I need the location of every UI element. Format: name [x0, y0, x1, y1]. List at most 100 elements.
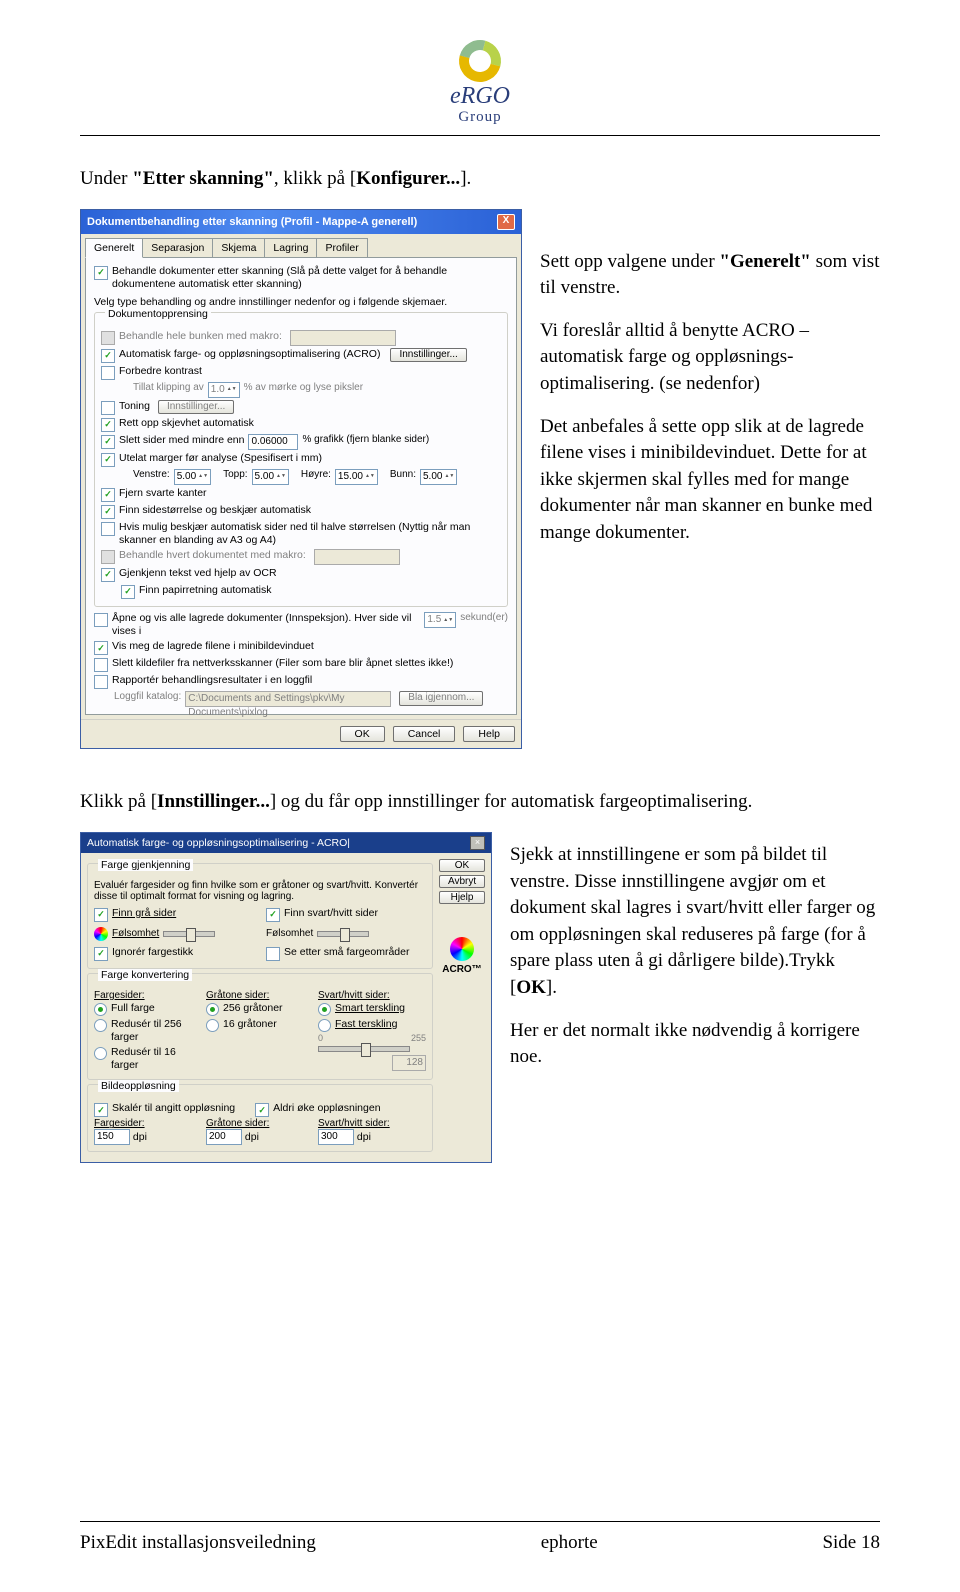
value: 1.5	[427, 614, 441, 627]
slider-caps: 0 255	[318, 1033, 426, 1043]
side-buttons: OK Avbryt Hjelp ACRO™	[439, 859, 485, 1157]
tab-skjema[interactable]: Skjema	[212, 238, 265, 257]
para-acro: Vi foreslår alltid å benytte ACRO – auto…	[540, 318, 880, 398]
radio-16[interactable]	[94, 1047, 107, 1060]
titlebar2: Automatisk farge- og oppløsningsoptimali…	[81, 833, 491, 853]
label: Hvis mulig beskjær automatisk sider ned …	[119, 521, 501, 547]
spin-venstre[interactable]: 5.00▲▼	[174, 469, 211, 485]
checkbox-aldri[interactable]	[255, 1103, 269, 1117]
input-slett-val[interactable]: 0.06000	[248, 434, 298, 450]
input-logpath: C:\Documents and Settings\pkv\My Documen…	[185, 691, 391, 707]
combo-makro	[290, 330, 396, 346]
close-icon[interactable]: ×	[470, 836, 485, 850]
label: Automatisk farge- og oppløsningsoptimali…	[119, 348, 380, 361]
value: 5.00	[255, 471, 274, 484]
input-dpi-gra[interactable]: 200	[206, 1129, 242, 1145]
fieldset-title: Bildeoppløsning	[98, 1080, 179, 1092]
dialog-dokumentbehandling: Dokumentbehandling etter skanning (Profi…	[80, 209, 522, 750]
checkbox-slett-kilde[interactable]	[94, 658, 108, 672]
value: 255	[411, 1033, 426, 1043]
checkbox-vis-meg[interactable]	[94, 641, 108, 655]
slider-tersk	[318, 1046, 410, 1052]
checkbox-ignorer[interactable]	[94, 947, 108, 961]
checkbox-slett-mindre[interactable]	[101, 435, 115, 449]
checkbox-se-etter[interactable]	[266, 947, 280, 961]
label: Gjenkjenn tekst ved hjelp av OCR	[119, 567, 277, 580]
checkbox-acro[interactable]	[101, 349, 115, 363]
acro-icon	[450, 937, 474, 961]
value: 5.00	[177, 471, 196, 484]
text: , klikk på [	[274, 168, 356, 189]
checkbox-fjern[interactable]	[101, 488, 115, 502]
text: ] og du får opp innstillinger for automa…	[270, 791, 752, 812]
radio-g256[interactable]	[206, 1003, 219, 1016]
label: % av mørke og lyse piksler	[244, 382, 363, 395]
btn-innstillinger[interactable]: Innstillinger...	[390, 348, 466, 363]
checkbox-finn-sv[interactable]	[266, 908, 280, 922]
right-column-1: Sett opp valgene under "Generelt" som vi…	[540, 209, 880, 563]
rainbow-icon	[94, 927, 108, 941]
desc: Evaluér fargesider og finn hvilke som er…	[94, 880, 426, 902]
btn-avbryt[interactable]: Avbryt	[439, 875, 485, 888]
text: ].	[546, 977, 557, 998]
slider-folsomhet-2[interactable]	[317, 931, 369, 937]
intro-paragraph: Under "Etter skanning", klikk på [Konfig…	[80, 166, 880, 193]
checkbox-finn-gra[interactable]	[94, 908, 108, 922]
input-dpi-farge[interactable]: 150	[94, 1129, 130, 1145]
btn-ok[interactable]: OK	[340, 726, 385, 742]
tab-separasjon[interactable]: Separasjon	[142, 238, 213, 257]
checkbox-apne[interactable]	[94, 613, 108, 627]
label: Gråtone sider:	[206, 1118, 314, 1129]
btn-ok2[interactable]: OK	[439, 859, 485, 872]
radio-g16[interactable]	[206, 1019, 219, 1032]
close-icon[interactable]: X	[497, 214, 515, 230]
checkbox-hvis-mulig[interactable]	[101, 522, 115, 536]
checkbox-forbedre[interactable]	[101, 366, 115, 380]
btn-cancel[interactable]: Cancel	[393, 726, 456, 742]
margins-row: Venstre: 5.00▲▼ Topp: 5.00▲▼ Høyre: 15.0…	[101, 468, 501, 486]
tab-generelt[interactable]: Generelt	[85, 238, 143, 258]
label: Åpne og vis alle lagrede dokumenter (Inn…	[112, 612, 420, 638]
radio-full[interactable]	[94, 1003, 107, 1016]
label: Smart terskling	[335, 1002, 405, 1015]
text: Klikk på [	[80, 791, 157, 812]
btn-toning-innst: Innstillinger...	[158, 400, 234, 415]
checkbox-skaler[interactable]	[94, 1103, 108, 1117]
spin-hoyre[interactable]: 15.00▲▼	[335, 469, 378, 485]
label: Rett opp skjevhet automatisk	[119, 417, 254, 430]
text-bold: "Generelt"	[719, 251, 810, 272]
label: Venstre:	[133, 469, 170, 482]
radio-fast[interactable]	[318, 1019, 331, 1032]
checkbox-utelat[interactable]	[101, 453, 115, 467]
checkbox-papirretning[interactable]	[121, 585, 135, 599]
logo-icon	[451, 32, 508, 89]
radio-256[interactable]	[94, 1019, 107, 1032]
btn-help[interactable]: Help	[463, 726, 515, 742]
tab-profiler[interactable]: Profiler	[316, 238, 367, 257]
input-dpi-sv[interactable]: 300	[318, 1129, 354, 1145]
radio-smart[interactable]	[318, 1003, 331, 1016]
label: Finn grå sider	[112, 907, 176, 920]
label: Rapportér behandlingsresultater i en log…	[112, 674, 312, 687]
label: Finn svart/hvitt sider	[284, 907, 378, 920]
checkbox-toning[interactable]	[101, 401, 115, 415]
label: 256 gråtoner	[223, 1002, 283, 1015]
checkbox-finn-side[interactable]	[101, 505, 115, 519]
label: Svart/hvitt sider:	[318, 1118, 426, 1129]
checkbox-rapporter[interactable]	[94, 675, 108, 689]
tab-body: Behandle dokumenter etter skanning (Slå …	[85, 257, 517, 716]
btn-hjelp[interactable]: Hjelp	[439, 891, 485, 904]
checkbox-ocr[interactable]	[101, 568, 115, 582]
tab-lagring[interactable]: Lagring	[264, 238, 317, 257]
label: Loggfil katalog:	[114, 691, 181, 704]
spin-topp[interactable]: 5.00▲▼	[252, 469, 289, 485]
logo-text: eRGO	[450, 84, 510, 108]
value: 5.00	[423, 471, 442, 484]
checkbox-behandle-etter[interactable]	[94, 266, 108, 280]
slider-folsomhet-1[interactable]	[163, 931, 215, 937]
checkbox-rett[interactable]	[101, 418, 115, 432]
label: Se etter små fargeområder	[284, 946, 409, 959]
desc: Velg type behandling og andre innstillin…	[94, 296, 508, 308]
fieldset-title: Dokumentopprensing	[105, 308, 211, 320]
spin-bunn[interactable]: 5.00▲▼	[420, 469, 457, 485]
